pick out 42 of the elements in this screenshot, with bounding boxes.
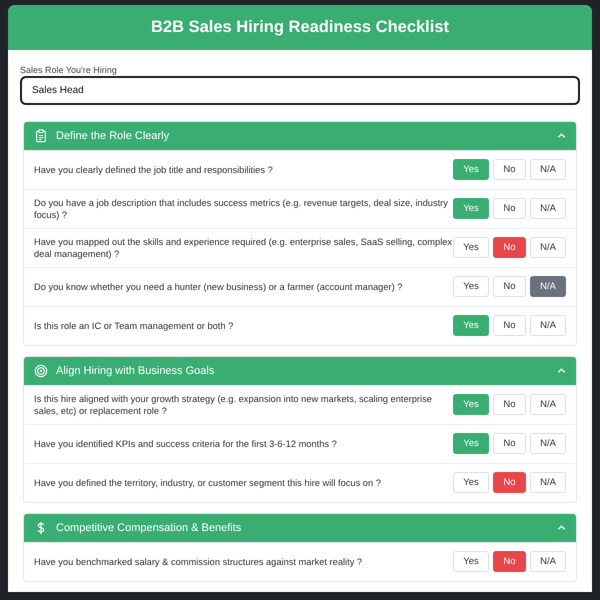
question-text: Have you benchmarked salary & commission structures against market reality ? — [34, 556, 362, 568]
answer-option[interactable]: N/A — [530, 394, 566, 416]
field-label: Sales Role You're Hiring — [20, 66, 118, 76]
app-title: B2B Sales Hiring Readiness Checklist — [150, 18, 450, 38]
section-title: Define the Role Clearly — [56, 128, 170, 144]
answer-option[interactable]: No — [493, 433, 526, 454]
section-title: Competitive Compensation & Benefits — [56, 520, 242, 536]
question-text: Have you clearly defined the job title and responsibilities ? — [34, 164, 273, 176]
chevron-up-icon[interactable] — [557, 131, 566, 140]
question-text: Is this hire aligned with your growth strategy (e.g. expansion into new markets, scaling enterprise sales, etc) or replacement role ? — [34, 392, 433, 417]
answer-option[interactable]: N/A — [530, 472, 566, 494]
question-text: Do you have a job description that includes success metrics (e.g. revenue targets, deal size, industry focus) ? — [34, 196, 449, 221]
chevron-up-icon[interactable] — [557, 366, 566, 376]
answer-option[interactable]: Yes — [453, 472, 489, 494]
question-text: Do you know whether you need a hunter (new business) or a farmer (account manager) ? — [34, 280, 402, 293]
chevron-up-icon[interactable] — [557, 523, 566, 532]
answer-option[interactable]: No — [493, 472, 526, 494]
answer-option[interactable]: No — [493, 198, 526, 220]
answer-option[interactable]: N/A — [530, 433, 566, 454]
answer-option[interactable]: Yes — [453, 551, 489, 572]
answer-option[interactable]: Yes — [453, 276, 489, 298]
role-input[interactable]: Sales Head — [20, 76, 580, 105]
target-icon — [34, 364, 48, 378]
answer-option[interactable]: Yes — [453, 237, 489, 258]
clipboard-icon — [34, 128, 48, 143]
answer-option[interactable]: No — [493, 551, 526, 572]
answer-option[interactable]: N/A — [530, 198, 566, 220]
answer-option[interactable]: N/A — [530, 159, 566, 180]
answer-option[interactable]: No — [493, 237, 526, 258]
answer-option[interactable]: N/A — [530, 551, 566, 572]
answer-option[interactable]: N/A — [530, 237, 566, 258]
answer-option[interactable]: No — [493, 276, 526, 298]
section-title: Align Hiring with Business Goals — [56, 364, 216, 379]
question-text: Have you identified KPIs and success criteria for the first 3-6-12 months ? — [34, 438, 337, 450]
answer-option[interactable]: No — [493, 394, 526, 416]
question-text: Have you defined the territory, industry, or customer segment this hire will focus on ? — [34, 476, 381, 489]
question-text: Is this role an IC or Team management or both ? — [34, 320, 234, 332]
answer-option[interactable]: No — [493, 159, 526, 180]
question-text: Have you mapped out the skills and experience required (e.g. enterprise sales, SaaS selling, complex deal management) ? — [34, 236, 453, 260]
answer-option[interactable]: N/A — [530, 315, 566, 336]
answer-option[interactable]: N/A — [530, 276, 566, 298]
answer-option[interactable]: No — [493, 315, 526, 336]
